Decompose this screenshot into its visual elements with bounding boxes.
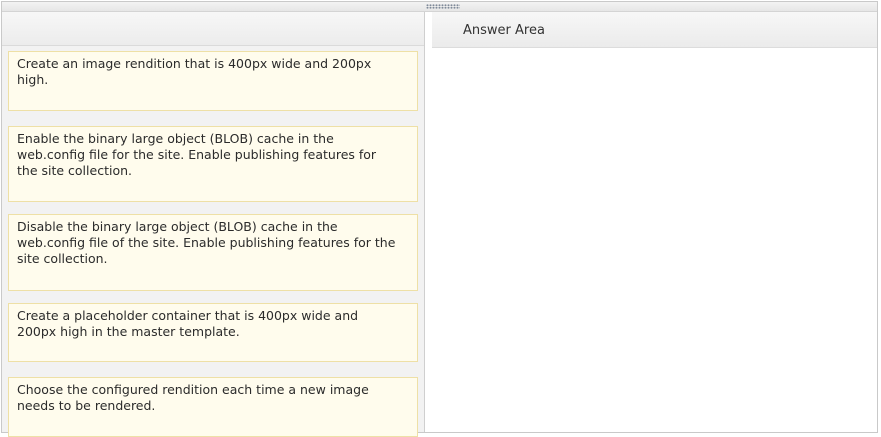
option-card-disable-blob-cache[interactable]: Disable the binary large object (BLOB) c… — [8, 214, 418, 291]
options-pane: Create an image rendition that is 400px … — [2, 12, 425, 437]
option-card-placeholder-container[interactable]: Create a placeholder container that is 4… — [8, 303, 418, 362]
answer-drop-zone[interactable] — [432, 48, 877, 432]
option-text: Disable the binary large object (BLOB) c… — [17, 219, 396, 266]
answer-area-header: Answer Area — [432, 12, 877, 48]
answer-area-title: Answer Area — [463, 23, 545, 38]
option-text: Create an image rendition that is 400px … — [17, 56, 372, 87]
answer-area-pane: Answer Area — [425, 12, 877, 432]
option-card-enable-blob-cache[interactable]: Enable the binary large object (BLOB) ca… — [8, 126, 418, 202]
drag-drop-question-frame: Create an image rendition that is 400px … — [1, 1, 878, 437]
options-pane-header — [2, 12, 424, 46]
grip-dots-icon[interactable] — [426, 4, 460, 9]
option-text: Create a placeholder container that is 4… — [17, 308, 359, 339]
option-card-image-rendition[interactable]: Create an image rendition that is 400px … — [8, 51, 418, 111]
splitter-bar[interactable] — [2, 2, 877, 12]
option-text: Enable the binary large object (BLOB) ca… — [17, 131, 377, 178]
option-card-choose-rendition[interactable]: Choose the configured rendition each tim… — [8, 377, 418, 437]
option-text: Choose the configured rendition each tim… — [17, 382, 369, 413]
